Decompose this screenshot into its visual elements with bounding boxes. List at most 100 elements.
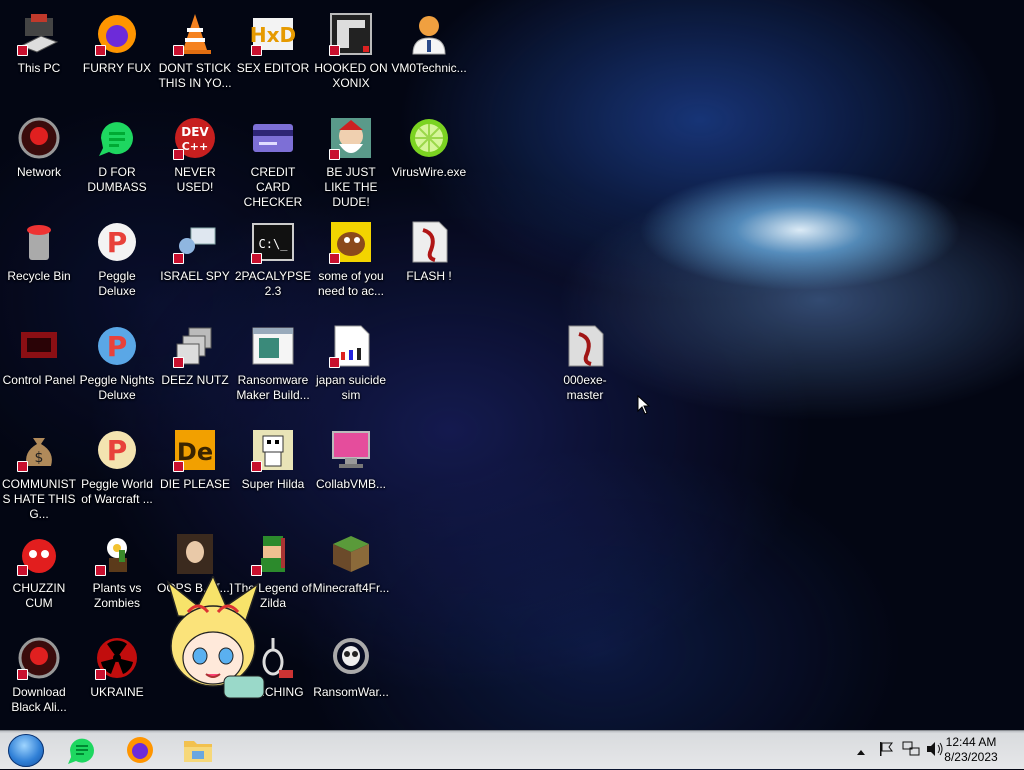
icon-label: Plants vs Zombies: [92, 581, 142, 610]
dog-icon: [327, 218, 375, 266]
desktop-icon-super-hilda[interactable]: Super Hilda: [234, 420, 312, 524]
window-app-icon: [249, 322, 297, 370]
desktop-icon-japan-suicide[interactable]: japan suicide sim: [312, 316, 390, 420]
icon-label: CHUZZIN CUM: [12, 581, 66, 610]
desktop-icon-network[interactable]: Network: [0, 108, 78, 212]
icon-label: NEVER USED!: [174, 165, 216, 194]
desktop-icon-dont-stick[interactable]: DONT STICK THIS IN YO...: [156, 4, 234, 108]
desktop-icon-d-for[interactable]: D FOR DUMBASS: [78, 108, 156, 212]
chevron-up-icon[interactable]: [856, 743, 866, 761]
icon-label: some of you need to ac...: [317, 269, 385, 298]
icon-label: Minecraft4Fr...: [312, 581, 390, 595]
recycle-bin-icon: [15, 218, 63, 266]
svg-text:$: $: [35, 450, 44, 466]
desktop-icon-credit-card[interactable]: CREDIT CARD CHECKER: [234, 108, 312, 212]
clock-time: 12:44 AM: [945, 735, 997, 749]
pixel-character-icon: [249, 426, 297, 474]
desktop-icon-control-panel[interactable]: Control Panel: [0, 316, 78, 420]
network-icon[interactable]: [902, 741, 920, 762]
icon-label: VM0Technic...: [391, 61, 467, 75]
desktop-icon-ransomware-maker[interactable]: Ransomware Maker Build...: [234, 316, 312, 420]
icon-label: Peggle Nights Deluxe: [79, 373, 155, 402]
icon-label: Download Black Ali...: [11, 685, 67, 714]
icon-label: D FOR DUMBASS: [87, 165, 147, 194]
desktop-icon-ransomwar[interactable]: RansomWar...: [312, 628, 390, 732]
traffic-cone-icon: [171, 10, 219, 58]
icon-label: 2PACALYPSE 2.3: [234, 269, 312, 298]
desktop-icon-download-black[interactable]: Download Black Ali...: [0, 628, 78, 732]
file-explorer-icon: [184, 741, 212, 762]
desktop-icon-000exe-master[interactable]: 000exe-master: [546, 316, 624, 420]
desktop-icon-never-used[interactable]: DEV C++ NEVER USED!: [156, 108, 234, 212]
flag-icon[interactable]: [878, 741, 894, 762]
desktop-icon-recycle-bin[interactable]: Recycle Bin: [0, 212, 78, 316]
desktop-icon-hooked-on-xonix[interactable]: HOOKED ON XONIX: [312, 4, 390, 108]
chuzzle-icon: [15, 530, 63, 578]
desktop-icon-collabvm[interactable]: CollabVMB...: [312, 420, 390, 524]
desktop-icon-israel-spy[interactable]: ISRAEL SPY: [156, 212, 234, 316]
desktop-icon-this-pc[interactable]: This PC: [0, 4, 78, 108]
money-bag-icon: $: [15, 426, 63, 474]
icon-label: Ransomware Maker Build...: [236, 373, 310, 402]
desktop-icon-minecraft[interactable]: Minecraft4Fr...: [312, 524, 390, 628]
desktop-icon-flash[interactable]: FLASH !: [390, 212, 468, 316]
icon-label: RansomWar...: [313, 685, 389, 699]
computer-icon: [15, 10, 63, 58]
chat-bubble-icon: [68, 738, 94, 764]
desktop-icon-be-just-like[interactable]: BE JUST LIKE THE DUDE!: [312, 108, 390, 212]
desktop-icon-chuzzin[interactable]: CHUZZIN CUM: [0, 524, 78, 628]
minecraft-icon: [327, 530, 375, 578]
icon-label: FLASH !: [406, 269, 452, 283]
icon-label: BE JUST LIKE THE DUDE!: [324, 165, 378, 209]
desktop-icon-sex-editor[interactable]: HxD SEX EDITOR: [234, 4, 312, 108]
icon-label: 000exe-master: [563, 373, 607, 402]
taskbar-app-firefox[interactable]: [124, 735, 156, 765]
desktop-icon-deez-nutz[interactable]: DEEZ NUTZ: [156, 316, 234, 420]
desktop-icon-furry-fux[interactable]: FURRY FUX: [78, 4, 156, 108]
icon-label: FURRY FUX: [82, 61, 152, 75]
network-icon: [15, 634, 63, 682]
icon-label: Peggle World of Warcraft ...: [81, 477, 153, 506]
desktop-icon-some-of-you[interactable]: some of you need to ac...: [312, 212, 390, 316]
taskbar-app-file-explorer[interactable]: [182, 735, 214, 765]
system-tray: 12:44 AM 8/23/2023: [844, 731, 1024, 769]
icon-label: DIE PLEASE: [159, 477, 231, 491]
icon-label: Recycle Bin: [7, 269, 71, 283]
desktop-icon-die-please[interactable]: De DIE PLEASE: [156, 420, 234, 524]
taskbar: 12:44 AM 8/23/2023: [0, 730, 1024, 769]
icon-label: SEX EDITOR: [236, 61, 310, 75]
icon-label: Peggle Deluxe: [98, 269, 136, 298]
desktop-icon-communists[interactable]: $ COMMUNISTS HATE THIS G...: [0, 420, 78, 524]
document-icon: [327, 322, 375, 370]
desktop: { "desktop": { "icons": [ {"label": "Thi…: [0, 0, 1024, 769]
desktop-icon-2pacalypse[interactable]: C:\_ 2PACALYPSE 2.3: [234, 212, 312, 316]
start-button[interactable]: [8, 734, 44, 767]
peggle-wow-icon: P: [93, 426, 141, 474]
icon-label: HOOKED ON XONIX: [314, 61, 388, 90]
stacked-windows-icon: [171, 322, 219, 370]
desktop-icon-vm0technic[interactable]: VM0Technic...: [390, 4, 468, 108]
icon-label: VirusWire.exe: [391, 165, 467, 179]
legend-of-zilda-icon: [249, 530, 297, 578]
terminal-icon: C:\_: [249, 218, 297, 266]
taskbar-app-chat[interactable]: [66, 735, 98, 765]
user-person-icon: [405, 10, 453, 58]
desktop-icon-peggle-nights[interactable]: P Peggle Nights Deluxe: [78, 316, 156, 420]
desktop-icon-peggle-deluxe[interactable]: P Peggle Deluxe: [78, 212, 156, 316]
skull-icon: [327, 634, 375, 682]
icon-label: ISRAEL SPY: [160, 269, 230, 283]
maze-icon: [327, 10, 375, 58]
desktop-icon-ukraine[interactable]: UKRAINE: [78, 628, 156, 732]
svg-text:P: P: [107, 330, 128, 363]
control-panel-icon: [15, 322, 63, 370]
svg-text:P: P: [107, 434, 128, 467]
icon-label: Control Panel: [2, 373, 76, 387]
desktop-icon-viruswire[interactable]: VirusWire.exe: [390, 108, 468, 212]
radiation-icon: [93, 634, 141, 682]
icon-label: CollabVMB...: [315, 477, 387, 491]
desktop-icon-peggle-wow[interactable]: P Peggle World of Warcraft ...: [78, 420, 156, 524]
plants-vs-zombies-icon: [93, 530, 141, 578]
clock-date: 8/23/2023: [944, 750, 998, 764]
taskbar-clock[interactable]: 12:44 AM 8/23/2023: [936, 735, 1006, 765]
desktop-icon-pvz[interactable]: Plants vs Zombies: [78, 524, 156, 628]
